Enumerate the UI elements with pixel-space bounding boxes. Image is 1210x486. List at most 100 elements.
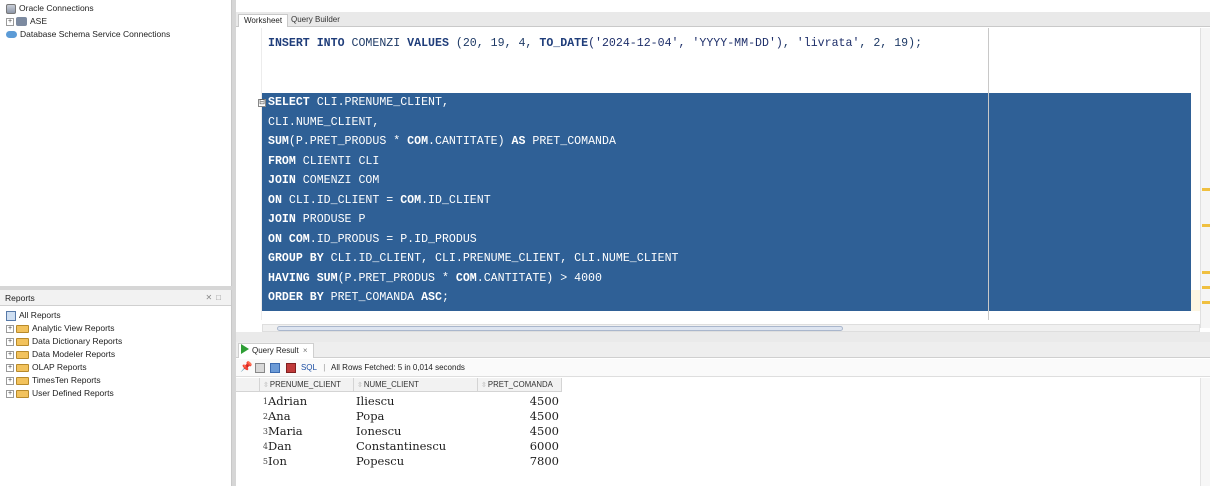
cell-nume[interactable]: Constantinescu (356, 439, 446, 454)
cell-prenume[interactable]: Dan (268, 439, 291, 454)
grid-vertical-scrollbar[interactable] (1200, 378, 1210, 486)
table-row[interactable]: 4 Dan Constantinescu 6000 (236, 439, 562, 454)
tree-item-label: Analytic View Reports (32, 323, 115, 333)
tree-item-analytic-view-reports[interactable]: + Analytic View Reports (6, 322, 231, 335)
sql-keyword: FROM (268, 154, 296, 168)
results-grid[interactable]: ⇳PRENUME_CLIENT ⇳NUME_CLIENT ⇳PRET_COMAN… (236, 378, 1210, 486)
cell-nume[interactable]: Popescu (356, 454, 404, 469)
sql-keyword: ORDER BY (268, 291, 324, 304)
print-icon[interactable] (255, 362, 266, 373)
cell-nume[interactable]: Ionescu (356, 424, 401, 439)
tree-item-user-defined-reports[interactable]: + User Defined Reports (6, 387, 231, 400)
tree-item-schema-service[interactable]: Database Schema Service Connections (6, 28, 231, 41)
tree-item-all-reports[interactable]: All Reports (6, 309, 231, 322)
reports-panel: Reports ✕□ All Reports + Analytic View Re… (0, 290, 232, 486)
results-splitter[interactable] (236, 332, 1210, 342)
cell-prenume[interactable]: Adrian (268, 394, 307, 409)
column-header-label: PRENUME_CLIENT (269, 380, 341, 389)
expand-icon[interactable]: + (6, 337, 14, 346)
sql-text: CLI.NUME_CLIENT, (268, 115, 380, 129)
row-number: 3 (262, 427, 268, 436)
sql-text: , (782, 37, 797, 50)
expand-icon[interactable]: + (6, 376, 14, 385)
code-line: GROUP BY CLI.ID_CLIENT, CLI.PRENUME_CLIE… (268, 249, 679, 268)
table-row[interactable]: 1 Adrian Iliescu 4500 (236, 394, 562, 409)
toolbar-separator: | (323, 363, 326, 372)
refresh-icon[interactable] (285, 362, 296, 373)
code-area[interactable]: SELECT CLI.PRENUME_CLIENT, CLI.NUME_CLIE… (262, 28, 1191, 320)
tree-item-data-modeler-reports[interactable]: + Data Modeler Reports (6, 348, 231, 361)
code-line: SUM(P.PRET_PRODUS * COM.CANTITATE) AS PR… (268, 132, 616, 151)
sql-text: CLI.ID_CLIENT = (281, 193, 401, 207)
cell-pret[interactable]: 4500 (481, 424, 559, 439)
sql-keyword: ASC (421, 291, 442, 304)
tab-worksheet[interactable]: Worksheet (238, 14, 289, 27)
panel-controls[interactable]: ✕□ (205, 290, 225, 306)
row-number: 2 (262, 412, 268, 421)
export-icon[interactable] (270, 362, 281, 373)
sql-keyword: COM (455, 271, 477, 285)
code-line: CLI.NUME_CLIENT, (268, 113, 379, 132)
sql-text: (20, 19, 4, (448, 37, 540, 50)
fold-icon[interactable]: ⊟ (258, 99, 266, 107)
column-header[interactable]: ⇳NUME_CLIENT (354, 378, 478, 392)
cell-prenume[interactable]: Ion (268, 454, 287, 469)
scroll-marker (1202, 224, 1210, 227)
expand-icon[interactable]: + (6, 350, 14, 359)
pin-icon[interactable]: 📌 (240, 362, 252, 373)
table-row[interactable]: 3 Maria Ionescu 4500 (236, 424, 562, 439)
sql-text: PRET_COMANDA (525, 135, 616, 148)
expand-icon[interactable]: + (6, 389, 14, 398)
cell-prenume[interactable]: Maria (268, 424, 303, 439)
sql-keyword: COM (407, 135, 429, 148)
tree-item-ase[interactable]: + ASE (6, 15, 231, 28)
expand-icon[interactable]: + (6, 17, 14, 26)
folder-icon (16, 324, 29, 333)
tree-item-data-dictionary-reports[interactable]: + Data Dictionary Reports (6, 335, 231, 348)
cell-prenume[interactable]: Ana (268, 409, 291, 424)
sql-keyword: SELECT (268, 96, 310, 109)
sql-keyword: VALUES (407, 37, 449, 50)
sql-text: , 2, 19); (859, 37, 923, 50)
column-header[interactable]: ⇳PRET_COMANDA (478, 378, 562, 392)
tab-query-builder[interactable]: Query Builder (286, 14, 345, 27)
sql-text: .ID_CLIENT (421, 193, 491, 207)
tab-query-result[interactable]: Query Result × (238, 343, 314, 358)
cell-nume[interactable]: Iliescu (356, 394, 394, 409)
cell-pret[interactable]: 7800 (481, 454, 559, 469)
code-line: ORDER BY PRET_COMANDA ASC; (268, 288, 449, 307)
sql-keyword: SUM (268, 135, 289, 148)
tree-item-timesten-reports[interactable]: + TimesTen Reports (6, 374, 231, 387)
sql-keyword: HAVING SUM (268, 271, 338, 285)
sql-text: .CANTITATE) (428, 135, 512, 148)
expand-icon[interactable]: + (6, 363, 14, 372)
scroll-marker (1202, 286, 1210, 289)
sql-editor[interactable]: SELECT CLI.PRENUME_CLIENT, CLI.NUME_CLIE… (236, 28, 1200, 328)
sort-icon: ⇳ (263, 382, 269, 389)
close-icon[interactable]: × (303, 346, 308, 355)
tree-item-oracle-connections[interactable]: Oracle Connections (6, 2, 231, 15)
editor-horizontal-scrollbar[interactable] (262, 324, 1200, 332)
sql-text: PRODUSE P (295, 213, 366, 226)
sql-keyword: JOIN (268, 174, 296, 187)
tree-item-label: TimesTen Reports (32, 375, 101, 385)
sql-text: (P.PRET_PRODUS * (288, 135, 408, 148)
editor-tab-bar: Worksheet Query Builder (236, 12, 1210, 27)
cell-pret[interactable]: 4500 (481, 409, 559, 424)
scrollbar-thumb[interactable] (277, 326, 843, 331)
sql-text: ; (441, 291, 449, 304)
sql-text: (P.PRET_PRODUS * (337, 271, 456, 285)
table-row[interactable]: 2 Ana Popa 4500 (236, 409, 562, 424)
cell-nume[interactable]: Popa (356, 409, 384, 424)
sql-keyword: JOIN (268, 213, 296, 226)
column-header[interactable]: ⇳PRENUME_CLIENT (260, 378, 354, 392)
cell-pret[interactable]: 4500 (481, 394, 559, 409)
expand-icon[interactable]: + (6, 324, 14, 333)
tree-item-olap-reports[interactable]: + OLAP Reports (6, 361, 231, 374)
cell-pret[interactable]: 6000 (481, 439, 559, 454)
editor-vertical-scrollbar[interactable] (1200, 28, 1210, 328)
table-row[interactable]: 5 Ion Popescu 7800 (236, 454, 562, 469)
sql-button[interactable]: SQL (301, 363, 317, 372)
sql-keyword: COM (400, 193, 422, 207)
sort-icon: ⇳ (481, 382, 487, 389)
